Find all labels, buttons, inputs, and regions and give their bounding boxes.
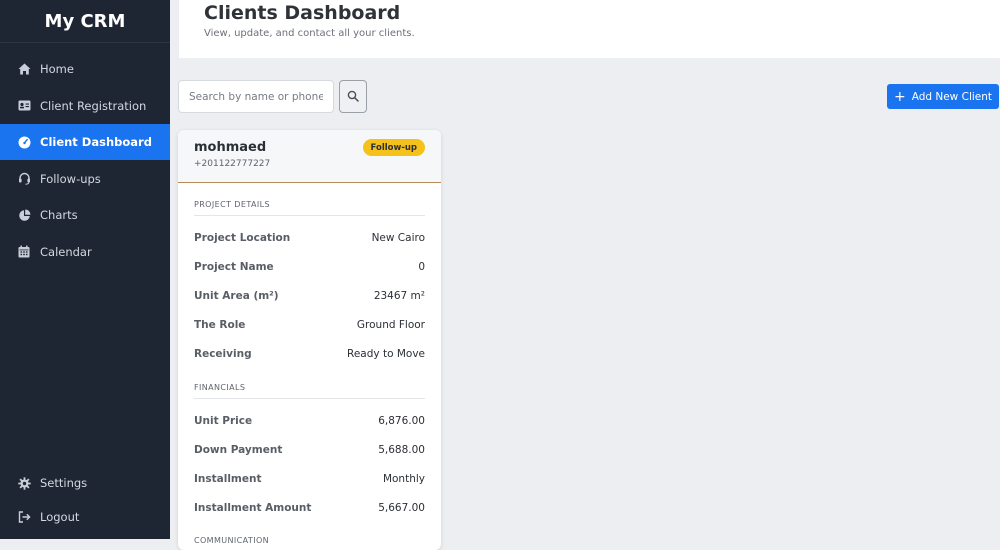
status-badge: Follow-up [362,139,425,156]
sidebar-item-calendar[interactable]: Calendar [0,234,170,270]
sidebar-nav: Home Client Registration Client Dashboar… [0,51,170,270]
headset-icon [17,172,31,186]
detail-row: Unit Area (m²) 23467 m² [194,282,425,311]
sidebar-item-settings[interactable]: Settings [0,467,170,500]
client-card[interactable]: mohmaed +201122777227 Follow-up PROJECT … [178,130,441,550]
page-subtitle: View, update, and contact all your clien… [204,28,415,39]
search-icon [347,87,359,106]
detail-label: Down Payment [194,444,283,457]
financials-heading: FINANCIALS [194,383,425,399]
detail-value: 0 [418,261,425,274]
detail-value: 5,688.00 [378,444,425,457]
detail-value: 23467 m² [373,289,425,302]
sidebar-item-label: Calendar [40,244,92,259]
sidebar-item-client-dashboard[interactable]: Client Dashboard [0,124,170,160]
calendar-icon [17,245,31,259]
id-card-icon [17,99,31,113]
sidebar-item-label: Settings [40,476,88,490]
detail-value: 6,876.00 [378,415,425,428]
detail-row: Installment Monthly [194,465,425,494]
search-input[interactable] [178,80,334,113]
detail-row: Unit Price 6,876.00 [194,407,425,436]
detail-label: Receiving [194,347,252,360]
detail-label: Unit Price [194,415,253,428]
sidebar-item-home[interactable]: Home [0,51,170,87]
detail-label: Project Location [194,232,291,245]
sidebar-item-label: Home [40,62,74,76]
detail-label: Installment Amount [194,501,312,514]
sidebar-item-client-registration[interactable]: Client Registration [0,88,170,124]
sidebar-bottom: Settings Logout [0,467,170,534]
page-title: Clients Dashboard [204,2,401,24]
detail-row: Down Payment 5,688.00 [194,436,425,465]
plus-icon: + [893,88,906,105]
sidebar-item-label: Client Dashboard [40,135,152,149]
detail-label: The Role [194,318,246,331]
pie-chart-icon [17,208,31,222]
detail-label: Unit Area (m²) [194,289,279,302]
detail-row: Project Location New Cairo [194,224,425,253]
detail-value: 5,667.00 [378,501,425,514]
communication-heading: COMMUNICATION [194,536,425,550]
sidebar-item-label: Follow-ups [40,171,101,186]
detail-value: New Cairo [371,232,425,245]
home-icon [17,62,31,76]
detail-row: Project Name 0 [194,253,425,282]
sidebar-item-follow-ups[interactable]: Follow-ups [0,161,170,197]
detail-value: Monthly [382,472,425,485]
client-card-header: mohmaed +201122777227 Follow-up [178,130,441,183]
sidebar-item-label: Logout [40,509,80,524]
detail-value: Ready to Move [347,347,425,360]
client-name: mohmaed [194,140,267,155]
add-new-client-label: Add New Client [911,90,993,103]
dashboard-icon [17,135,31,149]
gear-icon [17,476,31,490]
brand-logo[interactable]: My CRM [0,0,170,43]
page-header: Clients Dashboard View, update, and cont… [179,0,1000,58]
project-details-heading: PROJECT DETAILS [194,200,425,216]
detail-value: Ground Floor [356,318,425,331]
detail-row: Receiving Ready to Move [194,339,425,368]
detail-label: Installment [194,472,262,485]
logout-icon [17,510,31,524]
client-phone: +201122777227 [194,159,271,169]
sidebar-item-logout[interactable]: Logout [0,500,170,533]
search-button[interactable] [339,80,367,113]
add-new-client-button[interactable]: + Add New Client [887,84,999,109]
sidebar: My CRM Home Client Registration Client D… [0,0,170,539]
sidebar-item-charts[interactable]: Charts [0,197,170,233]
sidebar-item-label: Client Registration [40,98,147,113]
sidebar-item-label: Charts [40,208,78,222]
detail-row: Installment Amount 5,667.00 [194,493,425,522]
detail-label: Project Name [194,261,274,274]
detail-row: The Role Ground Floor [194,310,425,339]
